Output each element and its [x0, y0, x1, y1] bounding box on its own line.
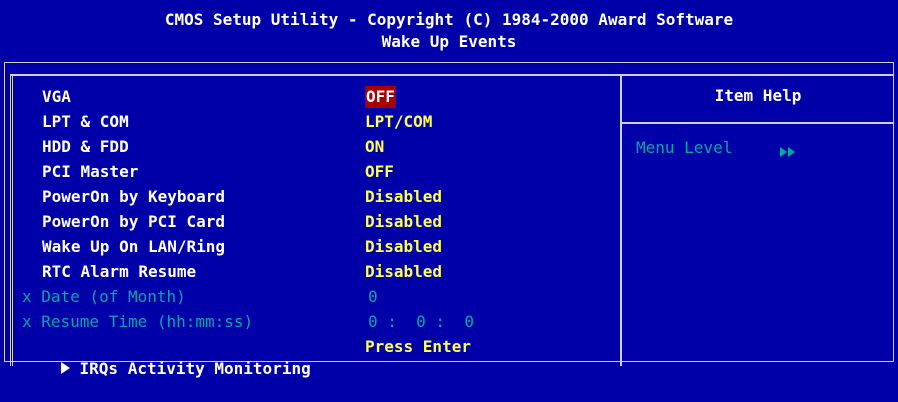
submenu-arrow-icon: [60, 362, 70, 374]
frame-top-border: [10, 74, 894, 76]
setting-value[interactable]: LPT/COM: [365, 111, 432, 133]
setting-row-irqs-activity-monitoring[interactable]: IRQs Activity Monitoring Press Enter: [22, 336, 612, 378]
setting-row-poweron-keyboard[interactable]: PowerOn by Keyboard Disabled: [22, 186, 612, 208]
setting-label: IRQs Activity Monitoring: [79, 359, 311, 378]
setting-label: HDD & FDD: [42, 137, 129, 156]
setting-label: Wake Up On LAN/Ring: [42, 237, 226, 256]
setting-row-pci-master[interactable]: PCI Master OFF: [22, 161, 612, 183]
setting-row-wake-up-lan-ring[interactable]: Wake Up On LAN/Ring Disabled: [22, 236, 612, 258]
setting-row-hdd-fdd[interactable]: HDD & FDD ON: [22, 136, 612, 158]
setting-row-resume-time: x Resume Time (hh:mm:ss) 0 : 0 : 0: [22, 311, 612, 333]
setting-label: VGA: [42, 87, 71, 106]
setting-value-disabled: 0: [368, 287, 378, 306]
setting-label: LPT & COM: [42, 112, 129, 131]
setting-value-selected[interactable]: OFF: [365, 86, 396, 108]
submenu-enter-value[interactable]: Press Enter: [365, 336, 471, 358]
item-help-title: Item Help: [714, 86, 802, 105]
setting-label: PowerOn by PCI Card: [42, 212, 226, 231]
setting-value[interactable]: Disabled: [365, 236, 442, 258]
help-panel-divider: [620, 74, 622, 366]
header: CMOS Setup Utility - Copyright (C) 1984-…: [0, 0, 898, 60]
menu-level-double-arrow-icon: [780, 142, 796, 161]
setting-row-rtc-alarm-resume[interactable]: RTC Alarm Resume Disabled: [22, 261, 612, 283]
setting-value-disabled: 0 : 0 : 0: [368, 312, 474, 331]
setting-label: RTC Alarm Resume: [42, 262, 197, 281]
setting-value[interactable]: ON: [365, 136, 384, 158]
setting-value[interactable]: Disabled: [365, 211, 442, 233]
frame-left-border: [10, 74, 13, 366]
setting-value[interactable]: Disabled: [365, 261, 442, 283]
setting-row-date-of-month: x Date (of Month) 0: [22, 286, 612, 308]
setting-label: PowerOn by Keyboard: [42, 187, 226, 206]
setting-label: PCI Master: [42, 162, 139, 181]
utility-title: CMOS Setup Utility - Copyright (C) 1984-…: [164, 10, 734, 29]
submenu-row-label-wrap: IRQs Activity Monitoring: [22, 336, 311, 402]
setting-row-vga[interactable]: VGA OFF: [22, 86, 612, 108]
setting-label-disabled: x Resume Time (hh:mm:ss): [22, 312, 254, 331]
page-title: Wake Up Events: [381, 32, 517, 51]
setting-value[interactable]: OFF: [365, 161, 394, 183]
setting-value[interactable]: Disabled: [365, 186, 442, 208]
setting-row-poweron-pci-card[interactable]: PowerOn by PCI Card Disabled: [22, 211, 612, 233]
help-separator: [622, 122, 894, 124]
setting-label-disabled: x Date (of Month): [22, 287, 186, 306]
setting-row-lpt-com[interactable]: LPT & COM LPT/COM: [22, 111, 612, 133]
menu-level-label: Menu Level: [636, 138, 733, 157]
